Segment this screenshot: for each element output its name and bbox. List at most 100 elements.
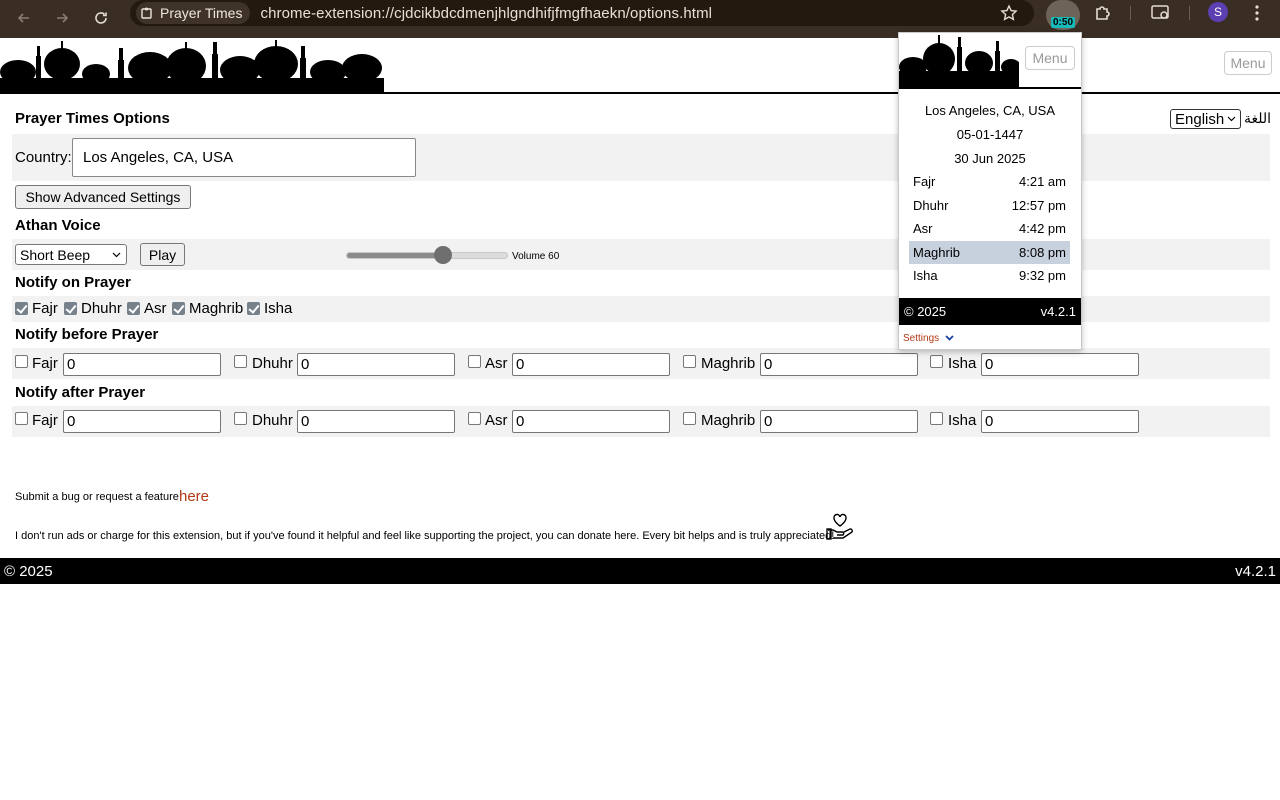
site-chip[interactable]: Prayer Times (136, 2, 251, 24)
popup-prayer-name: Fajr (913, 174, 936, 189)
chevron-down-icon (112, 252, 121, 258)
donate-text: I don't run ads or charge for this exten… (15, 530, 835, 542)
notify-on-label-isha: Isha (264, 300, 293, 317)
popup-prayer-row: Asr 4:42 pm (909, 217, 1070, 240)
notify-before-label-asr: Asr (485, 355, 508, 372)
notify-on-checkbox-fajr[interactable] (15, 302, 28, 315)
notify-after-label-maghrib: Maghrib (701, 412, 756, 429)
popup-prayer-time: 4:21 am (1019, 174, 1066, 189)
notify-before-checkbox-isha[interactable] (930, 355, 943, 368)
popup-prayer-time: 8:08 pm (1019, 244, 1066, 260)
page-header: Menu (0, 38, 1280, 94)
tab-search-icon[interactable] (1151, 4, 1171, 22)
show-advanced-settings-button[interactable]: Show Advanced Settings (15, 185, 191, 209)
popup-prayer-name: Dhuhr (913, 197, 949, 213)
notify-before-minutes-input-dhuhr[interactable]: 0 (297, 353, 455, 376)
notify-before-minutes-input-asr[interactable]: 0 (512, 353, 670, 376)
popup-prayer-row: Dhuhr 12:57 pm (909, 194, 1070, 217)
play-button[interactable]: Play (140, 243, 185, 266)
chevron-down-icon (1227, 116, 1236, 122)
back-button[interactable] (10, 4, 38, 32)
notify-before-checkbox-dhuhr[interactable] (234, 355, 247, 368)
notify-after-minutes-input-asr[interactable]: 0 (512, 410, 670, 433)
page-footer: © 2025 v4.2.1 (0, 558, 1280, 584)
country-input[interactable]: Los Angeles, CA, USA (72, 138, 416, 177)
notify-on-checkbox-asr[interactable] (127, 302, 140, 315)
notify-before-minutes-input-maghrib[interactable]: 0 (760, 353, 918, 376)
kebab-menu-icon[interactable] (1250, 4, 1264, 22)
profile-avatar[interactable]: S (1208, 2, 1228, 22)
chevron-down-icon (945, 335, 954, 341)
notify-after-checkbox-fajr[interactable] (15, 412, 28, 425)
toolbar-separator (1130, 6, 1131, 20)
language-label: اللغة (1244, 110, 1272, 126)
volume-label: Volume 60 (512, 251, 560, 262)
notify-before-label-fajr: Fajr (32, 355, 58, 372)
popup-mosque-skyline-image (899, 35, 1019, 87)
notify-after-minutes-input-fajr[interactable]: 0 (63, 410, 221, 433)
popup-settings-label: Settings (903, 333, 940, 344)
prayer-times-extension-button[interactable]: 0:50 (1046, 0, 1080, 30)
notify-before-checkbox-fajr[interactable] (15, 355, 28, 368)
donate-heart-hand-icon[interactable] (826, 512, 854, 540)
notify-after-label-asr: Asr (485, 412, 508, 429)
notify-after-label-fajr: Fajr (32, 412, 58, 429)
popup-footer: © 2025 v4.2.1 (899, 298, 1081, 325)
popup-prayer-row: Isha 9:32 pm (909, 264, 1070, 287)
extensions-puzzle-icon[interactable] (1093, 3, 1113, 23)
popup-footer-copyright: © 2025 (904, 304, 947, 319)
notify-before-label-isha: Isha (948, 355, 977, 372)
athan-voice-value: Short Beep (20, 246, 91, 263)
notify-after-checkbox-maghrib[interactable] (683, 412, 696, 425)
notify-on-label-asr: Asr (144, 300, 167, 317)
toolbar-separator (1189, 6, 1190, 20)
notify-on-label-maghrib: Maghrib (189, 300, 244, 317)
volume-slider[interactable] (346, 252, 508, 259)
notify-after-checkbox-asr[interactable] (468, 412, 481, 425)
footer-version: v4.2.1 (1235, 562, 1276, 580)
footer-copyright: © 2025 (4, 562, 53, 580)
notify-before-minutes-input-isha[interactable]: 0 (981, 353, 1139, 376)
notify-after-minutes-input-maghrib[interactable]: 0 (760, 410, 918, 433)
notify-before-checkbox-maghrib[interactable] (683, 355, 696, 368)
forward-button[interactable] (48, 4, 76, 32)
extension-puzzle-icon (141, 7, 152, 19)
notify-on-checkbox-maghrib[interactable] (172, 302, 185, 315)
language-select[interactable]: English (1170, 109, 1241, 129)
notify-after-minutes-input-dhuhr[interactable]: 0 (297, 410, 455, 433)
notify-before-label-dhuhr: Dhuhr (252, 355, 293, 372)
reload-button[interactable] (87, 4, 115, 32)
popup-hijri-date: 05-01-1447 (956, 127, 1024, 142)
url-text: chrome-extension://cjdcikbdcdmenjhlgndhi… (260, 4, 713, 22)
notify-after-minutes-input-isha[interactable]: 0 (981, 410, 1139, 433)
athan-voice-select[interactable]: Short Beep (15, 244, 127, 265)
language-select-value: English (1175, 110, 1225, 128)
browser-toolbar: Prayer Times chrome-extension://cjdcikbd… (0, 0, 1280, 38)
star-icon[interactable] (1000, 4, 1018, 22)
notify-before-title: Notify before Prayer (15, 326, 159, 343)
page-title: Prayer Times Options (15, 110, 170, 127)
arrow-right-icon (57, 13, 69, 23)
notify-after-checkbox-dhuhr[interactable] (234, 412, 247, 425)
notify-before-label-maghrib: Maghrib (701, 355, 756, 372)
reload-icon (95, 12, 107, 24)
popup-settings-link[interactable]: Settings (903, 333, 954, 344)
menu-button[interactable]: Menu (1224, 51, 1272, 75)
notify-on-checkbox-isha[interactable] (247, 302, 260, 315)
notify-after-label-dhuhr: Dhuhr (252, 412, 293, 429)
popup-prayer-row: Maghrib 8:08 pm (909, 240, 1070, 264)
popup-prayer-name: Isha (913, 268, 938, 284)
notify-before-checkbox-asr[interactable] (468, 355, 481, 368)
notify-after-checkbox-isha[interactable] (930, 412, 943, 425)
popup-prayer-row: Fajr 4:21 am (909, 170, 1070, 193)
popup-menu-button[interactable]: Menu (1025, 46, 1075, 70)
notify-on-checkbox-dhuhr[interactable] (64, 302, 77, 315)
popup-prayer-name: Asr (913, 221, 933, 237)
popup-location: Los Angeles, CA, USA (924, 103, 1056, 118)
country-label: Country: (15, 149, 72, 166)
notify-before-minutes-input-fajr[interactable]: 0 (63, 353, 221, 376)
bug-report-link[interactable]: here (179, 488, 209, 505)
address-bar[interactable]: Prayer Times chrome-extension://cjdcikbd… (130, 0, 1034, 26)
notify-on-label-fajr: Fajr (32, 300, 58, 317)
athan-voice-title: Athan Voice (15, 217, 101, 234)
